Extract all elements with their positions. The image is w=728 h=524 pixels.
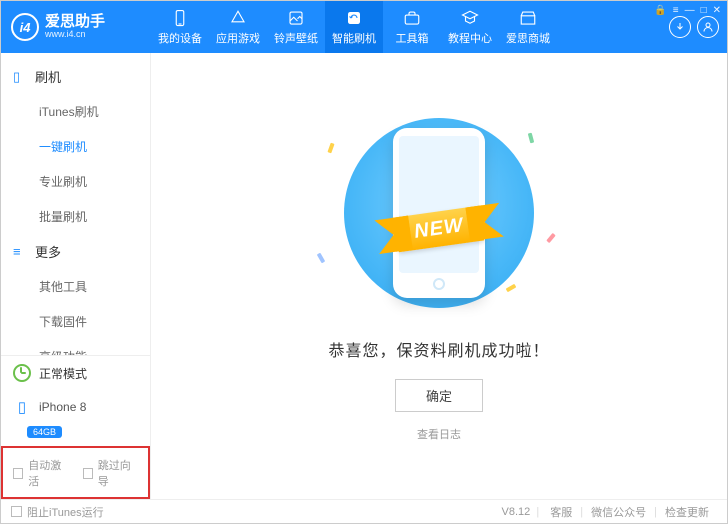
- sidebar-group-more[interactable]: ≡ 更多: [1, 234, 150, 269]
- nav-ringtones[interactable]: 铃声壁纸: [267, 1, 325, 53]
- minimize-icon[interactable]: —: [685, 5, 695, 16]
- wallpaper-icon: [287, 9, 305, 27]
- footer-link-wechat[interactable]: 微信公众号: [591, 504, 646, 520]
- window-controls: 🔒 ≡ — □ ✕: [654, 5, 721, 16]
- maximize-icon[interactable]: □: [701, 5, 707, 16]
- footer: 阻止iTunes运行 V8.12 | 客服 | 微信公众号 | 检查更新: [1, 499, 727, 523]
- sidebar-item-onekey-flash[interactable]: 一键刷机: [1, 129, 150, 164]
- sidebar-item-batch-flash[interactable]: 批量刷机: [1, 199, 150, 234]
- ok-button[interactable]: 确定: [395, 379, 483, 412]
- apps-icon: [229, 9, 247, 27]
- nav-tutorials[interactable]: 教程中心: [441, 1, 499, 53]
- phone-icon: ▯: [13, 69, 27, 85]
- brand-subtitle: www.i4.cn: [45, 30, 105, 40]
- success-message: 恭喜您，保资料刷机成功啦！: [328, 337, 549, 361]
- sidebar-item-download-firmware[interactable]: 下载固件: [1, 304, 150, 339]
- app-window: 🔒 ≡ — □ ✕ i4 爱思助手 www.i4.cn 我的设备 应用游戏: [0, 0, 728, 524]
- body: ▯ 刷机 iTunes刷机 一键刷机 专业刷机 批量刷机 ≡ 更多 其他工具 下…: [1, 53, 727, 499]
- checkbox-block-itunes[interactable]: 阻止iTunes运行: [11, 504, 104, 520]
- phone-icon: ▯: [13, 398, 31, 416]
- menu-icon[interactable]: ≡: [673, 5, 679, 16]
- sidebar-item-pro-flash[interactable]: 专业刷机: [1, 164, 150, 199]
- more-icon: ≡: [13, 244, 27, 259]
- clock-icon: [13, 364, 31, 382]
- lock-icon[interactable]: 🔒: [654, 5, 666, 16]
- device-icon: [171, 9, 189, 27]
- success-illustration: NEW: [309, 113, 569, 313]
- nav-my-device[interactable]: 我的设备: [151, 1, 209, 53]
- checkbox-box-icon: [13, 468, 23, 479]
- checkbox-box-icon: [83, 468, 93, 479]
- device-name: iPhone 8: [39, 400, 86, 414]
- mode-label: 正常模式: [39, 365, 87, 382]
- checkbox-label: 阻止iTunes运行: [27, 504, 104, 520]
- tutorial-icon: [461, 9, 479, 27]
- sidebar: ▯ 刷机 iTunes刷机 一键刷机 专业刷机 批量刷机 ≡ 更多 其他工具 下…: [1, 53, 151, 499]
- checkbox-label: 自动激活: [28, 457, 68, 489]
- header: i4 爱思助手 www.i4.cn 我的设备 应用游戏 铃声壁纸 智能刷机: [1, 1, 727, 53]
- flash-icon: [345, 9, 363, 27]
- checkbox-skip-guide[interactable]: 跳过向导: [83, 457, 139, 489]
- footer-link-support[interactable]: 客服: [550, 504, 572, 520]
- nav-label: 爱思商城: [506, 30, 550, 46]
- brand-title: 爱思助手: [45, 14, 105, 31]
- top-nav: 我的设备 应用游戏 铃声壁纸 智能刷机 工具箱 教程中心: [151, 1, 669, 53]
- sidebar-group-label: 刷机: [35, 67, 61, 86]
- checkbox-auto-activate[interactable]: 自动激活: [13, 457, 69, 489]
- logo-icon: i4: [11, 13, 39, 41]
- version-label: V8.12: [502, 506, 531, 518]
- sidebar-item-other-tools[interactable]: 其他工具: [1, 269, 150, 304]
- nav-toolbox[interactable]: 工具箱: [383, 1, 441, 53]
- view-log-link[interactable]: 查看日志: [417, 426, 461, 442]
- toolbox-icon: [403, 9, 421, 27]
- close-icon[interactable]: ✕: [713, 5, 721, 16]
- nav-label: 应用游戏: [216, 30, 260, 46]
- nav-store[interactable]: 爱思商城: [499, 1, 557, 53]
- device-mode-row[interactable]: 正常模式: [1, 356, 150, 390]
- main-panel: NEW 恭喜您，保资料刷机成功啦！ 确定 查看日志: [151, 53, 727, 499]
- sidebar-group-flash[interactable]: ▯ 刷机: [1, 59, 150, 94]
- footer-link-update[interactable]: 检查更新: [665, 504, 709, 520]
- capacity-badge: 64GB: [27, 426, 62, 438]
- store-icon: [519, 9, 537, 27]
- user-button[interactable]: [697, 16, 719, 38]
- device-row[interactable]: ▯ iPhone 8: [1, 390, 150, 424]
- nav-apps[interactable]: 应用游戏: [209, 1, 267, 53]
- logo-block: i4 爱思助手 www.i4.cn: [1, 1, 151, 53]
- sidebar-group-label: 更多: [35, 242, 61, 261]
- nav-label: 工具箱: [396, 30, 429, 46]
- sidebar-bottom: 正常模式 ▯ iPhone 8 64GB 自动激活 跳过向导: [1, 355, 150, 499]
- nav-label: 我的设备: [158, 30, 202, 46]
- checkbox-box-icon: [11, 506, 22, 517]
- flash-options-row: 自动激活 跳过向导: [1, 446, 150, 499]
- download-button[interactable]: [669, 16, 691, 38]
- nav-label: 铃声壁纸: [274, 30, 318, 46]
- nav-label: 智能刷机: [332, 30, 376, 46]
- sidebar-item-itunes-flash[interactable]: iTunes刷机: [1, 94, 150, 129]
- nav-flash[interactable]: 智能刷机: [325, 1, 383, 53]
- sidebar-item-advanced[interactable]: 高级功能: [1, 339, 150, 355]
- nav-label: 教程中心: [448, 30, 492, 46]
- checkbox-label: 跳过向导: [98, 457, 138, 489]
